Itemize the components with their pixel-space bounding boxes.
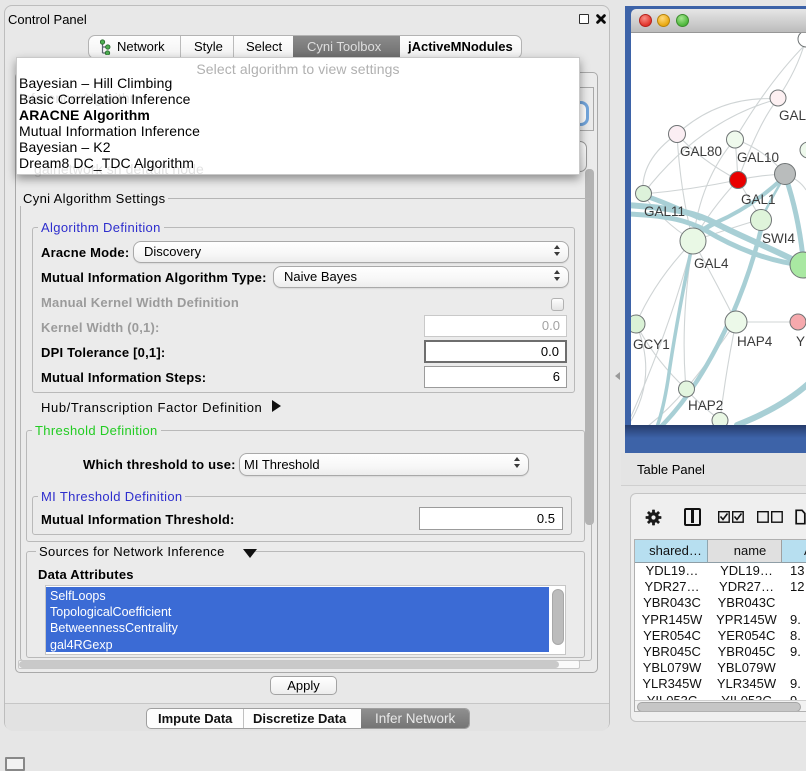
svg-text:GCY1: GCY1 [633, 337, 670, 352]
svg-text:Y: Y [796, 334, 805, 349]
svg-text:GAL11: GAL11 [644, 204, 685, 219]
svg-text:SWI4: SWI4 [762, 231, 795, 246]
svg-text:GAL1: GAL1 [741, 192, 776, 207]
svg-text:GAL80: GAL80 [680, 144, 722, 159]
svg-text:GAL: GAL [779, 108, 806, 123]
svg-text:HAP2: HAP2 [688, 398, 723, 413]
svg-text:HAP4: HAP4 [737, 334, 773, 349]
svg-text:GAL10: GAL10 [737, 150, 779, 165]
svg-text:GAL4: GAL4 [694, 256, 729, 271]
